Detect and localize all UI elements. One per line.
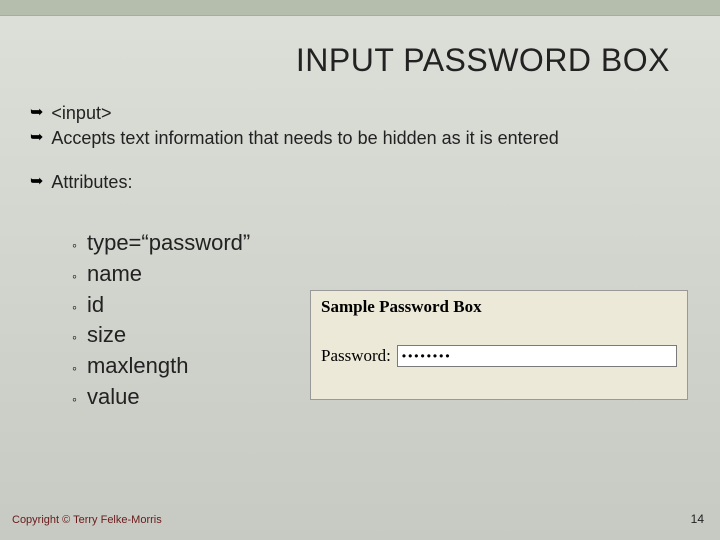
attributes-heading: ➥ Attributes: [30, 171, 690, 194]
page-number: 14 [691, 512, 704, 526]
bullet-icon: ➥ [30, 171, 43, 193]
attribute-item: ◦ value [72, 382, 250, 413]
sub-bullet-icon: ◦ [72, 359, 77, 379]
sub-bullet-icon: ◦ [72, 298, 77, 318]
attributes-sublist: ◦ type=“password” ◦ name ◦ id ◦ size ◦ m… [72, 228, 250, 413]
slide-root: INPUT PASSWORD BOX ➥ <input> ➥ Accepts t… [0, 0, 720, 540]
sample-caption: Sample Password Box [321, 297, 677, 317]
copyright-footer: Copyright © Terry Felke-Morris [12, 514, 162, 526]
attribute-item: ◦ id [72, 290, 250, 321]
attribute-item: ◦ maxlength [72, 351, 250, 382]
attribute-text: name [87, 259, 142, 290]
attribute-item: ◦ type=“password” [72, 228, 250, 259]
bullet-text: <input> [51, 102, 690, 125]
password-input[interactable] [397, 345, 677, 367]
bullet-text: Attributes: [51, 171, 690, 194]
attribute-text: id [87, 290, 104, 321]
bullet-text: Accepts text information that needs to b… [51, 127, 690, 150]
bullet-item: ➥ <input> [30, 102, 690, 125]
password-label: Password: [321, 346, 391, 366]
sub-bullet-icon: ◦ [72, 390, 77, 410]
sub-bullet-icon: ◦ [72, 328, 77, 348]
attribute-text: maxlength [87, 351, 189, 382]
password-field-row: Password: [321, 345, 677, 367]
bullet-icon: ➥ [30, 127, 43, 149]
attribute-text: type=“password” [87, 228, 250, 259]
attribute-text: size [87, 320, 126, 351]
bullet-icon: ➥ [30, 102, 43, 124]
sub-bullet-icon: ◦ [72, 267, 77, 287]
attribute-item: ◦ name [72, 259, 250, 290]
attribute-text: value [87, 382, 140, 413]
sub-bullet-icon: ◦ [72, 236, 77, 256]
bullet-item: ➥ Accepts text information that needs to… [30, 127, 690, 150]
slide-title: INPUT PASSWORD BOX [296, 42, 670, 79]
accent-bar [0, 0, 720, 16]
attribute-item: ◦ size [72, 320, 250, 351]
sample-box: Sample Password Box Password: [310, 290, 688, 400]
bullet-list: ➥ <input> ➥ Accepts text information tha… [30, 102, 690, 196]
